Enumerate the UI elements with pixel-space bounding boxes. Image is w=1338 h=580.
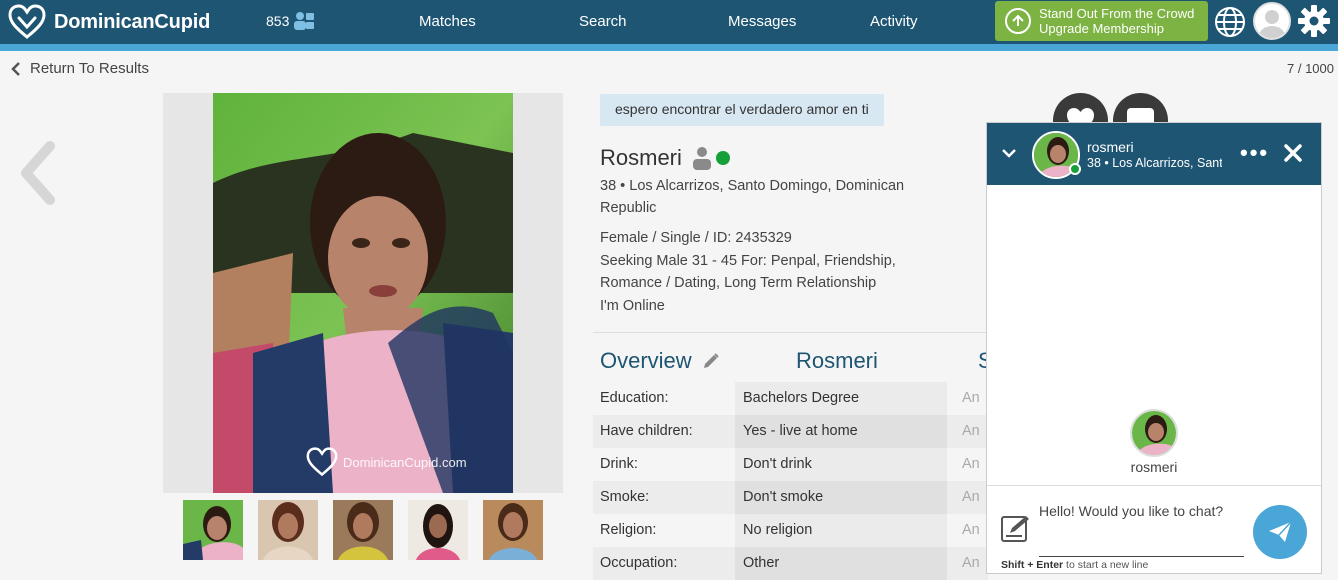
row-seeking-value: An [962,390,980,406]
chat-divider [987,485,1321,486]
top-nav: DominicanCupid 853 Matches Search Messag… [0,0,1338,44]
profile-name: Rosmeri [600,145,730,171]
previous-profile-arrow-icon[interactable] [16,140,58,206]
row-value: Bachelors Degree [735,382,947,415]
send-message-button[interactable] [1253,505,1307,559]
thumbnail-3[interactable] [333,500,393,560]
row-value: Don't drink [735,448,947,481]
overview-row-religion: Religion: No religion An [593,514,988,547]
avatar-icon[interactable] [1253,2,1291,40]
chevron-down-icon[interactable] [1001,147,1017,159]
online-status-dot [715,151,730,165]
row-value: Yes - live at home [735,415,947,448]
overview-row-education: Education: Bachelors Degree An [593,382,988,415]
main-photo-frame: DominicanCupid.com [163,93,563,493]
row-value: No religion [735,514,947,547]
chat-message-input[interactable]: Hello! Would you like to chat? [1039,503,1244,557]
chat-window: rosmeri 38 • Los Alcarrizos, Santo Domin… [986,122,1322,574]
thumbnail-2[interactable] [258,500,318,560]
row-seeking-value: An [962,456,980,472]
arrow-up-icon [1005,8,1031,34]
overview-name-column: Rosmeri [796,348,878,373]
row-seeking-value: An [962,555,980,571]
people-icon [294,12,315,30]
thumbnail-4[interactable] [408,500,468,560]
row-label: Drink: [600,456,638,472]
main-photo[interactable]: DominicanCupid.com [213,93,513,493]
row-seeking-value: An [962,423,980,439]
row-label: Occupation: [600,555,678,571]
chat-header[interactable]: rosmeri 38 • Los Alcarrizos, Santo Domin… [987,123,1321,185]
row-value: Don't smoke [735,481,947,514]
overview-title-text: Overview [600,348,692,373]
return-label: Return To Results [30,60,149,77]
paper-plane-icon [1269,521,1292,542]
row-value: Other [735,547,947,580]
upgrade-text: Stand Out From the Crowd Upgrade Members… [1039,6,1194,36]
online-count[interactable]: 853 [266,11,315,31]
overview-row-drink: Drink: Don't drink An [593,448,988,481]
overview-row-children: Have children: Yes - live at home An [593,415,988,448]
section-divider [593,332,988,333]
result-pager: 7 / 1000 [1287,61,1334,76]
row-seeking-value: An [962,522,980,538]
nav-messages[interactable]: Messages [728,13,796,30]
profile-online-status: I'm Online [600,298,665,314]
logo[interactable]: DominicanCupid [8,4,210,40]
chat-hint-text: to start a new line [1063,559,1149,571]
heart-logo-icon [8,4,46,39]
photo-thumbnails [183,500,558,560]
photo-watermark: DominicanCupid.com [305,447,467,477]
chat-input-hint: Shift + Enter to start a new line [1001,559,1148,571]
more-options-icon[interactable]: ••• [1240,142,1269,164]
heart-watermark-icon [306,447,338,477]
row-label: Religion: [600,522,657,538]
globe-icon[interactable] [1214,6,1246,38]
nav-stripe [0,44,1338,51]
gear-icon[interactable] [1297,4,1331,38]
chat-online-dot [1069,163,1081,175]
watermark-text: DominicanCupid.com [343,454,467,470]
profile-tagline: espero encontrar el verdadero amor en ti [600,94,884,126]
upgrade-line1: Stand Out From the Crowd [1039,6,1195,21]
compose-note-icon[interactable] [1000,513,1032,543]
overview-row-occupation: Occupation: Other An [593,547,988,580]
thumbnail-5[interactable] [483,500,543,560]
profile-seeking: Seeking Male 31 - 45 For: Penpal, Friend… [600,253,896,291]
brand-name: DominicanCupid [54,10,211,33]
nav-activity[interactable]: Activity [870,13,918,30]
row-seeking-value: An [962,489,980,505]
chat-intro-avatar [1130,409,1178,457]
overview-title: Overview [600,348,720,374]
profile-name-text: Rosmeri [600,145,682,170]
chat-contact-location: 38 • Los Alcarrizos, Santo Domingo [1087,156,1222,170]
nav-matches[interactable]: Matches [419,13,476,30]
profile-demographics: Female / Single / ID: 2435329 [600,230,792,246]
row-label: Smoke: [600,489,650,505]
row-label: Have children: [600,423,693,439]
upgrade-button[interactable]: Stand Out From the Crowd Upgrade Members… [995,1,1208,41]
chat-intro-name: rosmeri [1130,459,1178,475]
online-count-number: 853 [266,13,290,29]
close-icon[interactable] [1283,143,1303,163]
return-to-results-link[interactable]: Return To Results [10,60,149,77]
thumbnail-1[interactable] [183,500,243,560]
row-label: Education: [600,390,669,406]
overview-row-smoke: Smoke: Don't smoke An [593,481,988,514]
pencil-icon[interactable] [702,352,720,370]
person-icon [692,147,711,170]
chevron-left-icon [11,61,20,76]
nav-search[interactable]: Search [579,13,627,30]
profile-location: 38 • Los Alcarrizos, Santo Domingo, Domi… [600,178,905,216]
upgrade-line2: Upgrade Membership [1039,21,1165,36]
chat-contact-name: rosmeri [1087,139,1134,155]
chat-hint-shortcut: Shift + Enter [1001,559,1064,571]
